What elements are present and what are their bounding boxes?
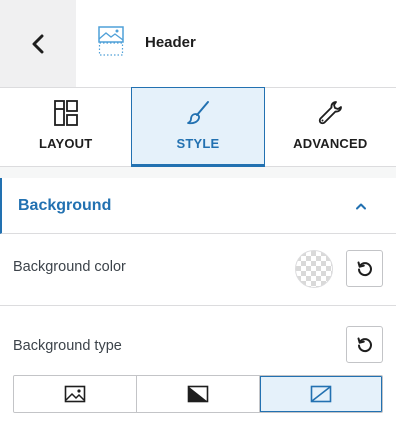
tab-advanced[interactable]: ADVANCED bbox=[265, 88, 396, 166]
back-button[interactable] bbox=[0, 0, 76, 87]
background-type-gradient-button[interactable] bbox=[136, 376, 259, 412]
block-title: Header bbox=[145, 34, 196, 51]
section-title: Background bbox=[18, 196, 112, 214]
background-type-row: Background type bbox=[0, 306, 396, 431]
background-type-none-button[interactable] bbox=[259, 376, 382, 412]
tab-style-label: STYLE bbox=[176, 136, 220, 151]
tab-style[interactable]: STYLE bbox=[131, 87, 265, 167]
background-type-reset-button[interactable] bbox=[346, 326, 383, 363]
background-color-swatch[interactable] bbox=[295, 250, 333, 288]
section-spacer bbox=[0, 167, 396, 178]
tab-advanced-label: ADVANCED bbox=[293, 136, 368, 151]
inspector-tabs: LAYOUT STYLE ADVANCED bbox=[0, 87, 396, 167]
header-block-icon bbox=[98, 26, 124, 56]
background-panel-toggle[interactable]: Background bbox=[0, 178, 396, 234]
background-type-selector bbox=[13, 375, 383, 413]
brush-icon bbox=[187, 101, 209, 125]
background-color-row: Background color bbox=[0, 234, 396, 306]
background-type-image-button[interactable] bbox=[14, 376, 136, 412]
wrench-icon bbox=[319, 101, 343, 125]
chevron-up-icon bbox=[356, 203, 366, 209]
background-color-reset-button[interactable] bbox=[346, 250, 383, 287]
image-icon bbox=[64, 385, 86, 403]
reset-icon bbox=[357, 261, 372, 276]
tab-layout-label: LAYOUT bbox=[38, 136, 93, 151]
background-type-label: Background type bbox=[13, 338, 122, 354]
no-background-icon bbox=[310, 385, 332, 403]
reset-icon bbox=[357, 337, 372, 352]
gradient-icon bbox=[187, 385, 209, 403]
chevron-left-icon bbox=[32, 34, 44, 53]
panel-header: Header bbox=[0, 0, 396, 87]
layout-icon bbox=[53, 100, 78, 126]
tab-layout[interactable]: LAYOUT bbox=[0, 88, 131, 166]
background-color-label: Background color bbox=[13, 259, 126, 275]
